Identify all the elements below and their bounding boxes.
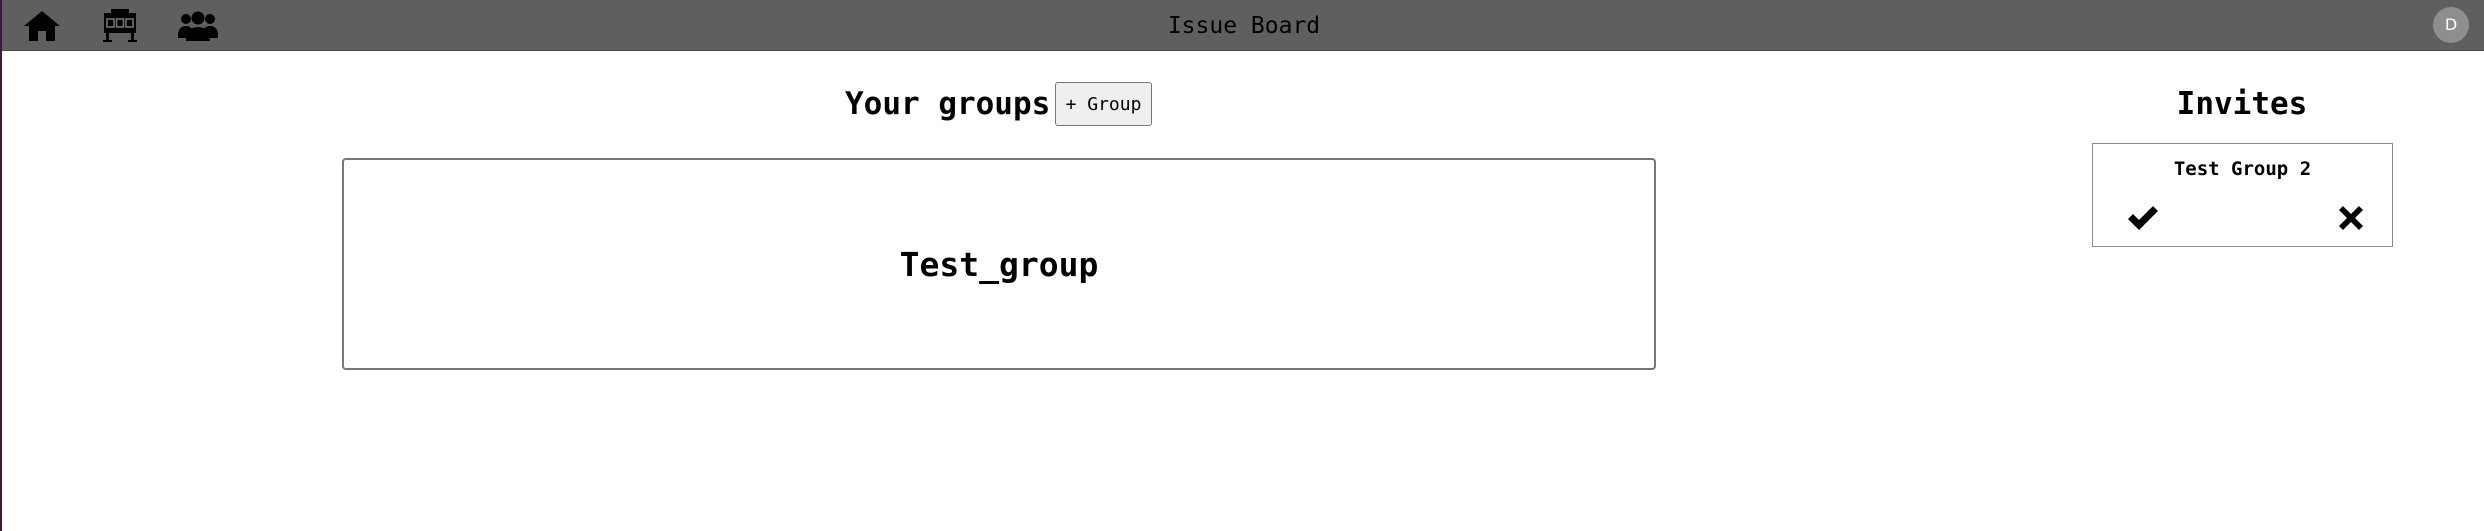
decline-invite-button[interactable] bbox=[2331, 200, 2371, 236]
invites-heading: Invites bbox=[2176, 86, 2308, 122]
top-navigation-bar: Issue Board D bbox=[2, 0, 2484, 51]
users-icon bbox=[178, 11, 218, 41]
accept-invite-button[interactable] bbox=[2123, 200, 2163, 236]
groups-heading: Your groups bbox=[845, 86, 1051, 122]
home-icon bbox=[24, 11, 60, 41]
home-button[interactable] bbox=[22, 6, 62, 46]
invite-card: Test Group 2 bbox=[2092, 143, 2393, 247]
groups-button[interactable] bbox=[178, 6, 218, 46]
group-name: Test_group bbox=[899, 244, 1099, 284]
board-button[interactable] bbox=[100, 6, 140, 46]
close-icon bbox=[2339, 206, 2363, 230]
app-title: Issue Board bbox=[1167, 13, 1321, 39]
board-icon bbox=[103, 9, 137, 42]
invite-group-name: Test Group 2 bbox=[2173, 158, 2312, 180]
user-avatar[interactable]: D bbox=[2433, 7, 2469, 43]
add-group-button[interactable]: + Group bbox=[1055, 82, 1152, 126]
group-card[interactable]: Test_group bbox=[342, 158, 1656, 370]
check-icon bbox=[2128, 206, 2158, 230]
